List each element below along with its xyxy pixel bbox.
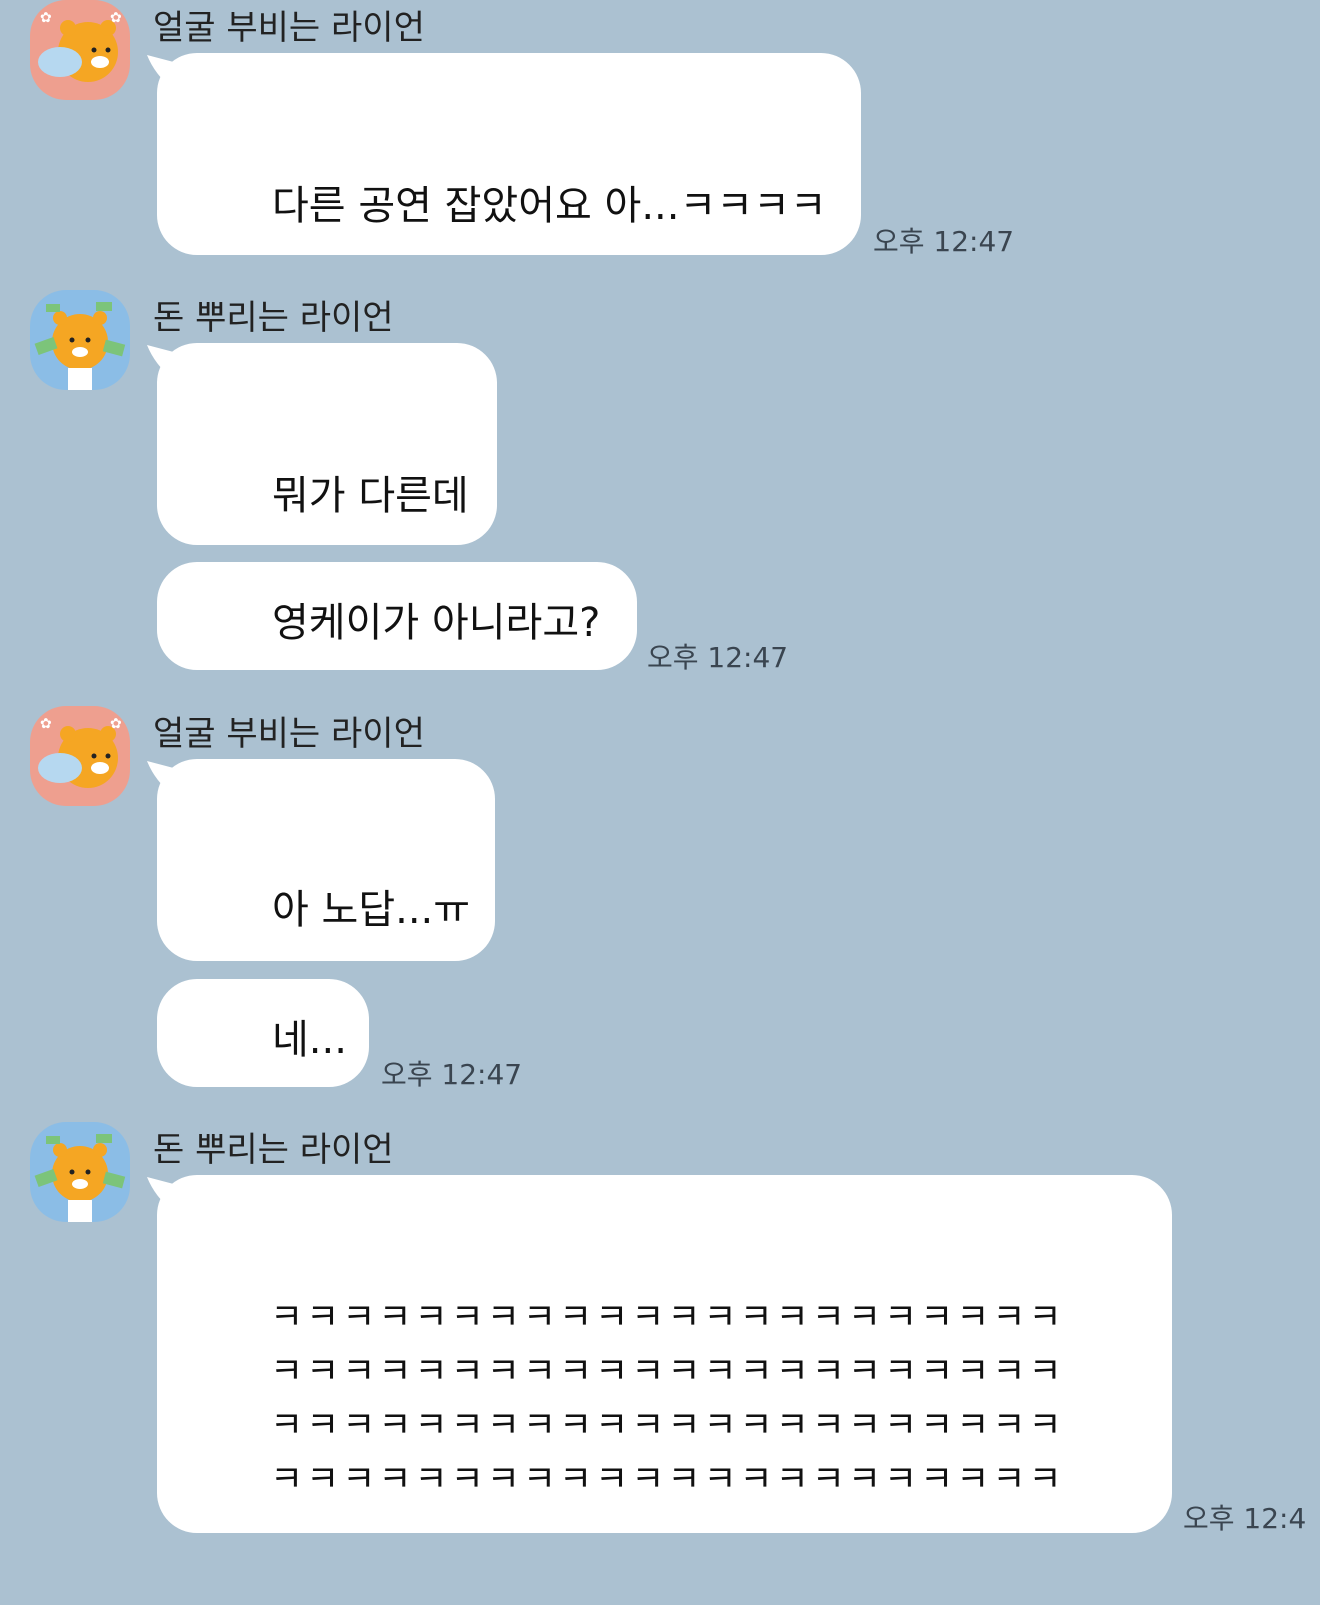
message-bubble[interactable]: 다른 공연 잡았어요 아...ㅋㅋㅋㅋ: [147, 53, 861, 255]
bubble-tail: [147, 761, 185, 795]
message-bubble[interactable]: 아 노답...ㅠ: [147, 759, 495, 961]
chat-room: ✿ ✿ 얼굴 부비는 라이언 다른 공연 잡았어요 아...ㅋㅋㅋㅋ 오후 12…: [0, 0, 1320, 1605]
ryan-throwing-money-icon[interactable]: [30, 1122, 130, 1222]
message-text: ㅋㅋㅋㅋㅋㅋㅋㅋㅋㅋㅋㅋㅋㅋㅋㅋㅋㅋㅋㅋㅋㅋ ㅋㅋㅋㅋㅋㅋㅋㅋㅋㅋㅋㅋㅋㅋㅋㅋㅋ…: [270, 1297, 1065, 1500]
message-text: 뭐가 다른데: [272, 473, 469, 519]
message-time: 오후 12:47: [381, 1058, 523, 1091]
svg-text:✿: ✿: [40, 716, 52, 732]
message-bubble[interactable]: 영케이가 아니라고?: [157, 562, 637, 670]
message-bubble[interactable]: 뭐가 다른데: [147, 343, 497, 545]
ryan-throwing-money-icon[interactable]: [30, 290, 130, 390]
message-bubble[interactable]: 네...: [157, 979, 369, 1087]
bubble-tail: [147, 1177, 185, 1211]
sender-name: 얼굴 부비는 라이언: [153, 8, 425, 48]
sender-name: 얼굴 부비는 라이언: [153, 714, 425, 754]
message-text: 네...: [272, 1017, 347, 1063]
message-time: 오후 12:47: [647, 641, 789, 674]
svg-text:✿: ✿: [110, 716, 122, 732]
bubble-tail: [147, 55, 185, 89]
message-text: 영케이가 아니라고?: [272, 600, 601, 646]
message-text: 아 노답...ㅠ: [272, 887, 471, 933]
sender-name: 돈 뿌리는 라이언: [153, 1130, 394, 1170]
ryan-hugging-pillow-icon[interactable]: ✿ ✿: [30, 0, 130, 100]
message-time: 오후 12:4: [1183, 1502, 1307, 1535]
svg-text:✿: ✿: [40, 10, 52, 26]
message-time: 오후 12:47: [873, 225, 1015, 258]
svg-text:✿: ✿: [110, 10, 122, 26]
message-bubble[interactable]: ㅋㅋㅋㅋㅋㅋㅋㅋㅋㅋㅋㅋㅋㅋㅋㅋㅋㅋㅋㅋㅋㅋ ㅋㅋㅋㅋㅋㅋㅋㅋㅋㅋㅋㅋㅋㅋㅋㅋㅋ…: [147, 1175, 1172, 1533]
ryan-hugging-pillow-icon[interactable]: ✿ ✿: [30, 706, 130, 806]
bubble-tail: [147, 345, 185, 379]
sender-name: 돈 뿌리는 라이언: [153, 298, 394, 338]
message-text: 다른 공연 잡았어요 아...ㅋㅋㅋㅋ: [272, 183, 827, 229]
